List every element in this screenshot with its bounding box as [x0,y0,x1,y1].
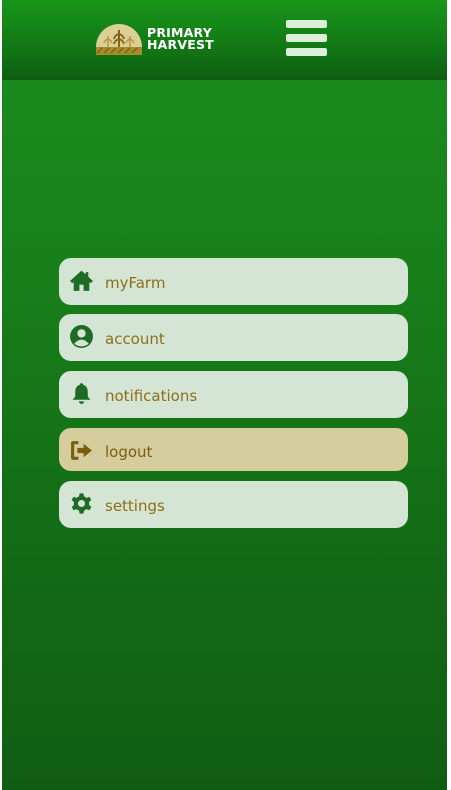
menu-item-label: notifications [105,387,198,405]
harvest-logo-icon [96,24,142,55]
hamburger-bar [286,34,327,42]
home-icon [69,268,94,293]
menu-item-logout[interactable]: logout [59,428,408,471]
hamburger-icon[interactable] [286,20,327,58]
menu-item-label: myFarm [105,274,166,292]
menu-item-settings[interactable]: settings [59,481,408,528]
menu-item-label: logout [105,443,153,461]
gear-icon [69,491,94,516]
hamburger-bar [286,48,327,56]
hamburger-bar [286,20,327,28]
sign-out-icon [69,438,94,463]
top-bar: PRIMARY HARVEST [2,0,447,80]
app-screen: PRIMARY HARVEST myFarm account notificat… [2,0,447,790]
menu-item-notifications[interactable]: notifications [59,371,408,418]
logo-wordmark: PRIMARY HARVEST [147,26,214,52]
logo-line-2: HARVEST [147,37,214,52]
user-circle-icon [69,324,94,349]
primary-harvest-logo[interactable]: PRIMARY HARVEST [94,22,219,58]
menu-item-label: account [105,330,165,348]
menu-item-account[interactable]: account [59,314,408,361]
menu-item-myfarm[interactable]: myFarm [59,258,408,305]
menu-item-label: settings [105,497,165,515]
bell-icon [69,381,94,406]
